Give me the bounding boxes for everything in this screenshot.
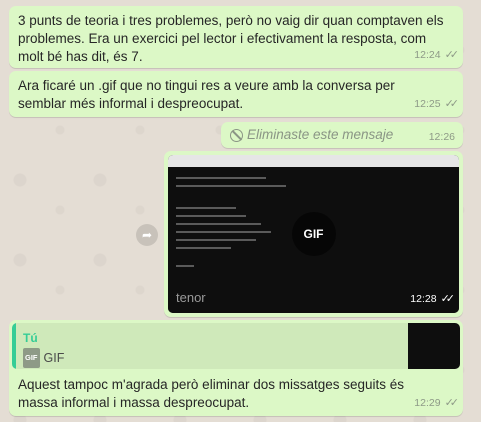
deleted-message-text: Eliminaste este mensaje xyxy=(230,126,455,144)
message-text: Aquest tampoc m'agrada però eliminar dos… xyxy=(18,377,405,410)
read-ticks-icon: ✓✓ xyxy=(444,49,460,61)
gif-play-badge[interactable]: GIF xyxy=(291,212,336,256)
quote-label: GIF xyxy=(43,351,65,365)
gif-message-bubble[interactable]: GIF tenor 12:28 ✓✓ xyxy=(164,151,463,317)
message-text: 3 punts de teoria i tres problemes, però… xyxy=(18,13,444,64)
message-meta: 12:24 ✓✓ xyxy=(414,46,460,64)
gif-preview[interactable]: GIF tenor 12:28 ✓✓ xyxy=(168,155,459,313)
gif-icon: GIF xyxy=(23,348,40,368)
quote-author: Tú xyxy=(23,331,38,345)
gif-titlebar xyxy=(168,155,459,167)
read-ticks-icon: ✓✓ xyxy=(440,293,456,305)
message-time: 12:26 xyxy=(428,131,455,143)
read-ticks-icon: ✓✓ xyxy=(444,98,460,110)
deleted-message-bubble[interactable]: Eliminaste este mensaje 12:26 xyxy=(221,122,463,148)
read-ticks-icon: ✓✓ xyxy=(444,397,460,409)
quote-thumbnail xyxy=(408,323,460,369)
forward-icon[interactable]: ➦ xyxy=(136,224,158,246)
message-bubble[interactable]: Ara ficaré un .gif que no tingui res a v… xyxy=(9,71,463,117)
quote-accent-bar xyxy=(12,323,16,369)
reply-message-bubble[interactable]: Tú GIF GIF Aquest tampoc m'agrada però e… xyxy=(9,320,463,416)
ban-icon xyxy=(230,128,243,142)
message-meta: 12:26 xyxy=(429,128,455,146)
message-meta: 12:29 ✓✓ xyxy=(414,394,460,412)
message-time: 12:25 xyxy=(414,98,441,110)
message-meta: 12:28 ✓✓ xyxy=(410,290,456,308)
message-time: 12:24 xyxy=(414,49,441,61)
message-time: 12:29 xyxy=(414,397,441,409)
message-meta: 12:25 ✓✓ xyxy=(414,95,460,113)
quote-body: GIF GIF xyxy=(23,348,64,368)
message-bubble[interactable]: 3 punts de teoria i tres problemes, però… xyxy=(9,6,463,68)
message-time: 12:28 xyxy=(410,293,437,305)
message-text: Ara ficaré un .gif que no tingui res a v… xyxy=(18,78,395,111)
tenor-watermark: tenor xyxy=(176,290,206,305)
quoted-message[interactable]: Tú GIF GIF xyxy=(12,323,460,369)
deleted-label: Eliminaste este mensaje xyxy=(247,127,394,142)
